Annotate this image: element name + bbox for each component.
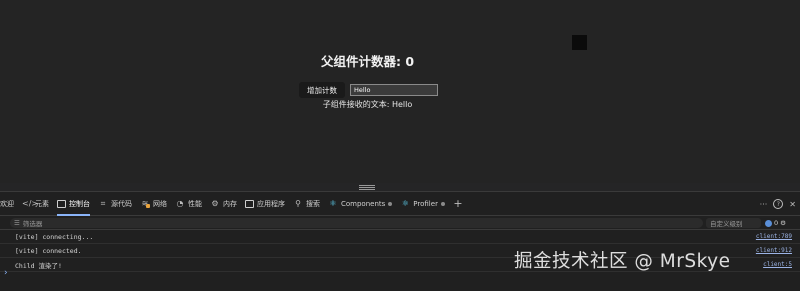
tab-sources[interactable]: ⌗ 源代码 <box>94 192 136 216</box>
tab-label: 欢迎 <box>0 199 14 208</box>
plus-icon: + <box>453 197 463 210</box>
console-filterbar: ☰ 筛选器 自定义级别 0 ⚙ <box>0 216 800 230</box>
code-icon: </> <box>22 199 39 208</box>
child-received-text: 子组件接收的文本: Hello <box>322 100 413 109</box>
tab-label: 网络 <box>153 199 167 208</box>
gauge-icon: ◔ <box>176 199 184 208</box>
controls-row: 增加计数 <box>299 82 438 98</box>
tab-label: 内存 <box>223 199 237 208</box>
application-icon <box>245 199 254 208</box>
log-message: Child 渲染了! <box>15 261 62 270</box>
issue-icon <box>765 219 772 227</box>
devtools-actions: ··· ? ✕ <box>760 192 800 216</box>
tab-console[interactable]: 控制台 <box>53 192 94 216</box>
react-icon: ⚛ <box>329 199 337 208</box>
text-input[interactable] <box>350 84 438 96</box>
status-dot <box>388 201 393 206</box>
help-icon[interactable]: ? <box>773 199 784 209</box>
tab-elements[interactable]: </> 元素 <box>18 192 53 216</box>
status-dot <box>440 201 445 206</box>
wifi-icon: ≋ <box>141 199 150 208</box>
tab-label: 搜索 <box>306 199 320 208</box>
tab-network[interactable]: ≋ 网络 <box>136 192 171 216</box>
devtools-panel: 欢迎 </> 元素 控制台 ⌗ 源代码 ≋ 网络 ◔ 性能 ⚙ 内存 应用程序 <box>0 191 800 291</box>
tab-search[interactable]: ⚲ 搜索 <box>289 192 324 216</box>
tab-label: 控制台 <box>69 199 90 208</box>
more-icon[interactable]: ··· <box>760 200 768 209</box>
log-source-link[interactable]: client:789 <box>756 233 792 240</box>
log-message: [vite] connected. <box>15 246 82 255</box>
watermark: 掘金技术社区 @ MrSkye <box>514 251 731 272</box>
tab-label: 元素 <box>35 199 49 208</box>
warning-icon <box>146 204 150 208</box>
filter-placeholder: 筛选器 <box>22 220 43 228</box>
tab-label: Components <box>341 199 386 208</box>
level-select[interactable]: 自定义级别 <box>706 218 761 228</box>
console-icon <box>57 199 66 208</box>
log-source-link[interactable]: client:5 <box>763 261 792 268</box>
issue-count[interactable]: 0 ⚙ <box>765 218 786 228</box>
settings-icon[interactable]: ⚙ <box>780 219 786 227</box>
console-prompt-icon[interactable]: › <box>4 268 8 278</box>
tab-application[interactable]: 应用程序 <box>241 192 289 216</box>
resize-handle[interactable] <box>359 185 375 190</box>
filter-input[interactable]: ☰ 筛选器 <box>10 218 703 228</box>
tab-welcome[interactable]: 欢迎 <box>0 192 18 216</box>
issue-count-value: 0 <box>774 219 779 227</box>
sources-icon: ⌗ <box>100 198 106 208</box>
counter-title: 父组件计数器: 0 <box>320 54 415 69</box>
close-icon[interactable]: ✕ <box>789 200 796 209</box>
tab-label: 性能 <box>188 199 202 208</box>
add-tab-button[interactable]: + <box>449 192 467 216</box>
tab-memory[interactable]: ⚙ 内存 <box>206 192 241 216</box>
filter-icon: ☰ <box>14 219 20 227</box>
corner-square <box>572 35 587 50</box>
search-icon: ⚲ <box>295 199 301 208</box>
app-viewport: 父组件计数器: 0 增加计数 子组件接收的文本: Hello <box>0 0 800 183</box>
tab-label: 应用程序 <box>257 199 285 208</box>
level-select-label: 自定义级别 <box>710 220 743 228</box>
devtools-tabbar: 欢迎 </> 元素 控制台 ⌗ 源代码 ≋ 网络 ◔ 性能 ⚙ 内存 应用程序 <box>0 192 800 216</box>
tab-profiler[interactable]: ⚛ Profiler <box>396 192 449 216</box>
log-message: [vite] connecting... <box>15 232 94 241</box>
increment-button[interactable]: 增加计数 <box>299 82 345 98</box>
console-log-row: [vite] connecting... client:789 <box>0 230 800 244</box>
tab-label: 源代码 <box>111 199 132 208</box>
tab-label: Profiler <box>413 199 438 208</box>
react-icon: ⚛ <box>401 199 409 208</box>
log-source-link[interactable]: client:912 <box>756 247 792 254</box>
tab-performance[interactable]: ◔ 性能 <box>171 192 206 216</box>
memory-icon: ⚙ <box>211 199 219 208</box>
tab-components[interactable]: ⚛ Components <box>324 192 396 216</box>
